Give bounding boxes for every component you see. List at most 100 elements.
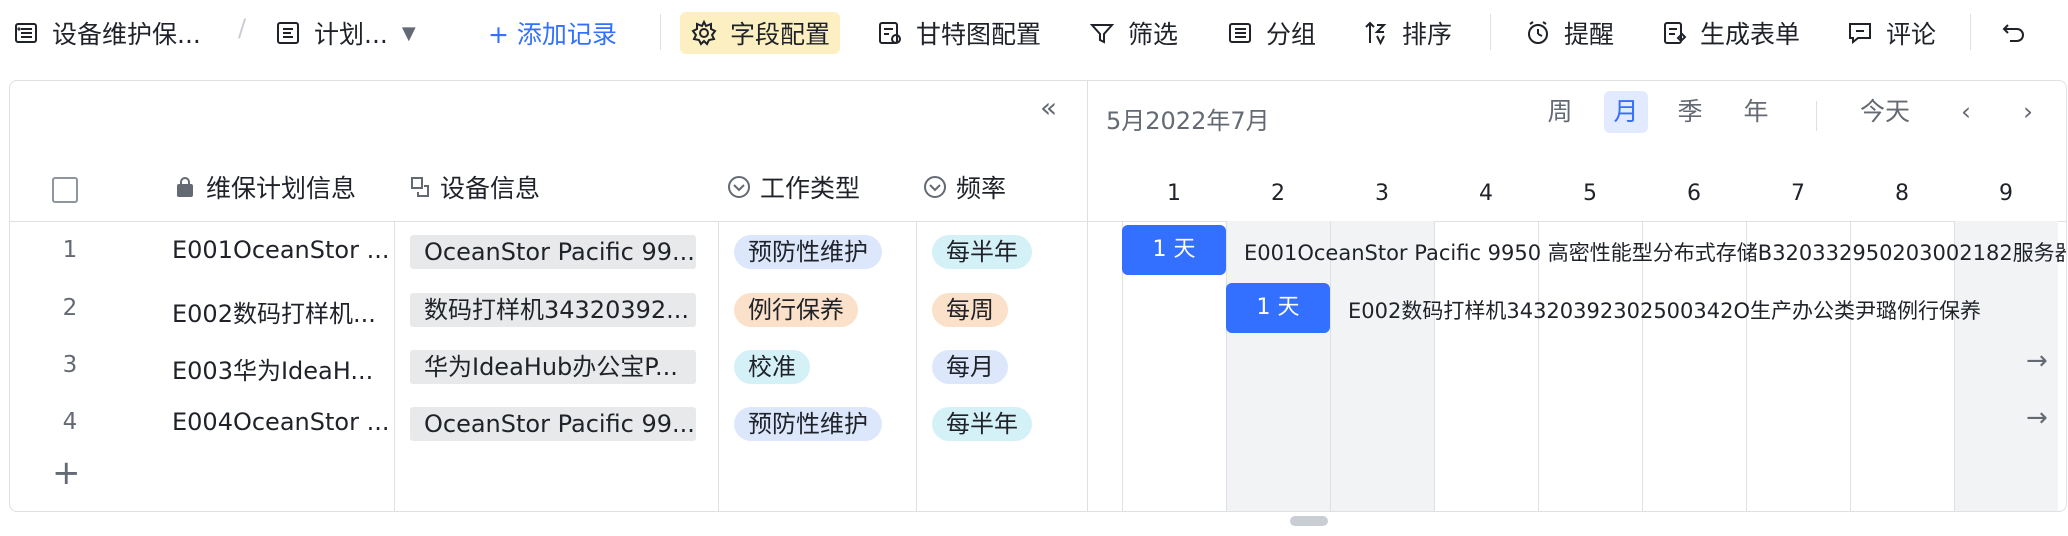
single-select-icon	[728, 176, 750, 198]
column-header-device[interactable]: 设备信息	[406, 169, 540, 205]
work-type-tag[interactable]: 预防性维护	[734, 235, 882, 269]
select-all-checkbox[interactable]	[52, 177, 78, 203]
view-week[interactable]: 周	[1538, 91, 1582, 133]
sort-label: 排序	[1402, 20, 1453, 49]
arrow-right-icon[interactable]: →	[2026, 346, 2048, 376]
add-record-button[interactable]: + 添加记录	[488, 12, 617, 54]
filter-button[interactable]: 筛选	[1088, 12, 1178, 54]
today-button[interactable]: 今天	[1850, 91, 1920, 133]
view-selector[interactable]: 计划... ▼	[274, 12, 416, 54]
field-config-button[interactable]: 字段配置	[680, 12, 841, 54]
frequency-tag[interactable]: 每半年	[932, 235, 1032, 269]
undo-button[interactable]	[2000, 12, 2028, 54]
device-link-chip[interactable]: 华为IdeaHub办公宝P...	[410, 350, 696, 384]
plan-cell[interactable]: E002数码打样机...	[172, 294, 376, 329]
gantt-timeline: 5月2022年7月 周 月 季 年 今天 ‹ › 1 2 3 4 5 6 7 8…	[1088, 81, 2066, 511]
plan-cell[interactable]: E003华为IdeaH...	[172, 351, 373, 386]
add-row-icon[interactable]: +	[52, 453, 81, 493]
gear-icon	[691, 19, 717, 46]
plan-cell[interactable]: E004OceanStor ...	[172, 408, 389, 436]
filter-label: 筛选	[1128, 20, 1179, 49]
horizontal-scroll-handle[interactable]	[1290, 516, 1328, 526]
frequency-tag[interactable]: 每半年	[932, 407, 1032, 441]
column-divider	[916, 221, 917, 511]
clock-icon	[1528, 21, 1548, 44]
add-record-label: + 添加记录	[488, 20, 617, 49]
undo-icon	[2002, 24, 2024, 42]
row-number: 3	[62, 352, 78, 378]
group-label: 分组	[1266, 20, 1317, 49]
gantt-icon	[879, 22, 901, 44]
form-icon	[1664, 22, 1687, 44]
group-button[interactable]: 分组	[1226, 12, 1316, 54]
view-name: 计划...	[314, 20, 388, 49]
divider	[1816, 101, 1817, 131]
table-name: 设备维护保...	[52, 20, 201, 49]
work-type-tag[interactable]: 校准	[734, 350, 810, 384]
day-label: 1	[1167, 181, 1181, 206]
table-selector[interactable]: 设备维护保...	[12, 12, 201, 54]
plan-cell[interactable]: E001OceanStor ...	[172, 236, 389, 264]
field-config-label: 字段配置	[730, 20, 831, 49]
device-link-chip[interactable]: OceanStor Pacific 99...	[410, 235, 696, 269]
divider	[1490, 14, 1491, 50]
arrow-right-icon[interactable]: →	[2026, 403, 2048, 433]
day-label: 6	[1687, 181, 1701, 206]
gantt-view-panel: « 维保计划信息 设备信息 工作类型 频率 1 E001OceanStor ..…	[9, 80, 2067, 512]
breadcrumb-separator: /	[238, 14, 247, 42]
row-number: 1	[62, 237, 78, 263]
frequency-tag[interactable]: 每月	[932, 350, 1008, 384]
column-label: 维保计划信息	[206, 174, 357, 203]
form-button[interactable]: 生成表单	[1660, 12, 1800, 54]
comment-button[interactable]: 评论	[1846, 12, 1936, 54]
view-quarter[interactable]: 季	[1668, 91, 1712, 133]
view-month[interactable]: 月	[1604, 91, 1648, 133]
header-divider	[10, 221, 1088, 222]
gantt-task-bar[interactable]: 1 天	[1226, 283, 1330, 333]
device-link-chip[interactable]: 数码打样机34320392...	[410, 293, 696, 327]
gantt-config-button[interactable]: 甘特图配置	[876, 12, 1041, 54]
filter-icon	[1089, 24, 1115, 44]
day-label: 7	[1791, 181, 1805, 206]
column-header-work-type[interactable]: 工作类型	[726, 169, 860, 205]
single-select-icon	[924, 176, 946, 198]
day-label: 3	[1375, 181, 1389, 206]
view-icon	[277, 22, 299, 44]
row-number: 4	[62, 409, 78, 435]
column-label: 设备信息	[440, 174, 541, 203]
day-label: 9	[1999, 181, 2013, 206]
timeline-month-label: 5月2022年7月	[1106, 107, 1270, 135]
device-link-chip[interactable]: OceanStor Pacific 99...	[410, 407, 696, 441]
column-header-plan[interactable]: 维保计划信息	[172, 169, 356, 205]
column-label: 工作类型	[760, 174, 861, 203]
lock-icon	[177, 177, 193, 197]
divider	[660, 14, 661, 50]
day-label: 8	[1895, 181, 1909, 206]
toolbar: 设备维护保... / 计划... ▼ + 添加记录 字段配置 甘特图配置 筛选 …	[0, 0, 2068, 64]
gantt-task-bar[interactable]: 1 天	[1122, 225, 1226, 275]
column-header-frequency[interactable]: 频率	[922, 169, 1006, 205]
form-label: 生成表单	[1700, 20, 1801, 49]
view-year[interactable]: 年	[1734, 91, 1778, 133]
gantt-config-label: 甘特图配置	[916, 20, 1042, 49]
record-grid: « 维保计划信息 设备信息 工作类型 频率 1 E001OceanStor ..…	[10, 81, 1088, 511]
divider	[1970, 14, 1971, 50]
frequency-tag[interactable]: 每周	[932, 293, 1008, 327]
work-type-tag[interactable]: 预防性维护	[734, 407, 882, 441]
gantt-task-text: E002数码打样机34320392302500342O生产办公类尹璐例行保养	[1348, 299, 1982, 323]
chevron-right-icon[interactable]: ›	[2006, 91, 2050, 133]
chevron-left-icon[interactable]: ‹	[1944, 91, 1988, 133]
sort-button[interactable]: 排序	[1362, 12, 1452, 54]
collapse-icon[interactable]: «	[1040, 91, 1057, 124]
remind-button[interactable]: 提醒	[1524, 12, 1614, 54]
comment-icon	[1849, 23, 1871, 45]
column-label: 频率	[956, 174, 1007, 203]
remind-label: 提醒	[1564, 20, 1615, 49]
group-icon	[1229, 23, 1251, 43]
work-type-tag[interactable]: 例行保养	[734, 293, 858, 327]
table-icon	[15, 23, 37, 43]
row-number: 2	[62, 295, 78, 321]
day-label: 2	[1271, 181, 1285, 206]
day-label: 4	[1479, 181, 1493, 206]
column-divider	[394, 221, 395, 511]
